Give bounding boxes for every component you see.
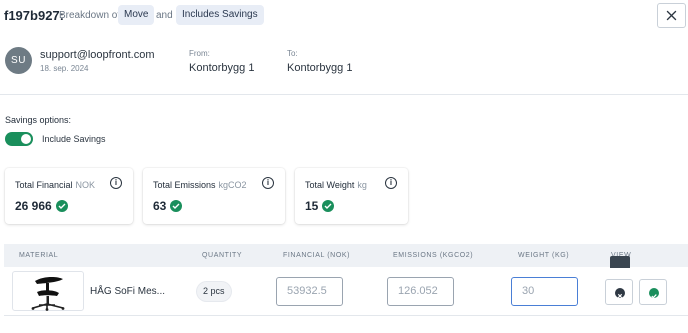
info-icon[interactable]: i xyxy=(262,177,274,189)
close-circle-icon xyxy=(615,288,625,299)
card-total-weight: Total Weight kg i 15 xyxy=(295,168,408,224)
card-total-financial: Total Financial NOK i 26 966 xyxy=(5,168,133,224)
table-row: HÅG SoFi Mes... 2 pcs 53932.5 126.052 30 xyxy=(4,268,688,316)
savings-options-title: Savings options: xyxy=(5,115,72,125)
user-date: 18. sep. 2024 xyxy=(40,64,89,73)
table-header: MATERIAL QUANTITY FINANCIAL (NOK) EMISSI… xyxy=(4,244,688,267)
emissions-input[interactable]: 126.052 xyxy=(387,277,454,306)
card-value: 15 xyxy=(305,199,335,213)
record-id: f197b927: xyxy=(4,8,64,23)
from-label: From: xyxy=(189,49,210,58)
check-icon xyxy=(322,199,335,212)
office-chair-image xyxy=(31,276,65,311)
check-circle-icon xyxy=(649,288,659,299)
col-material: MATERIAL xyxy=(19,252,59,259)
divider xyxy=(0,94,688,95)
card-unit: kgCO2 xyxy=(218,180,247,190)
and-label: and xyxy=(156,10,173,21)
card-unit: NOK xyxy=(75,180,96,190)
toggle-knob xyxy=(21,134,31,144)
to-label: To: xyxy=(287,49,298,58)
avatar: SU xyxy=(5,47,32,74)
col-weight: WEIGHT (KG) xyxy=(518,252,570,259)
from-value: Kontorbygg 1 xyxy=(189,62,255,74)
include-savings-toggle[interactable] xyxy=(5,132,33,146)
user-email: support@loopfront.com xyxy=(40,49,155,61)
card-value: 26 966 xyxy=(15,199,68,213)
tag-includes-savings: Includes Savings xyxy=(176,5,264,25)
card-unit: kg xyxy=(357,180,367,190)
close-button[interactable] xyxy=(657,3,686,28)
to-value: Kontorbygg 1 xyxy=(287,62,353,74)
card-title: Total Financial NOK xyxy=(15,180,96,190)
check-icon xyxy=(55,199,68,212)
include-savings-label: Include Savings xyxy=(42,134,106,144)
modal-header: f197b927: Breakdown of Move and Includes… xyxy=(0,0,688,32)
info-icon[interactable]: i xyxy=(110,177,122,189)
include-button[interactable] xyxy=(639,279,667,305)
card-title: Total Weight kg xyxy=(305,180,367,190)
chair-thumbnail xyxy=(12,271,84,311)
card-total-emissions: Total Emissions kgCO2 i 63 xyxy=(143,168,285,224)
col-financial: FINANCIAL (NOK) xyxy=(283,252,351,259)
exclude-button[interactable] xyxy=(605,279,633,305)
weight-input[interactable]: 30 xyxy=(511,277,578,306)
card-title: Total Emissions kgCO2 xyxy=(153,180,247,190)
material-name[interactable]: HÅG SoFi Mes... xyxy=(90,286,165,297)
close-icon xyxy=(666,10,677,21)
tag-move: Move xyxy=(118,5,155,25)
breakdown-label: Breakdown of xyxy=(59,10,121,21)
check-icon xyxy=(170,199,183,212)
card-value: 63 xyxy=(153,199,183,213)
quantity-badge: 2 pcs xyxy=(197,282,231,301)
financial-input[interactable]: 53932.5 xyxy=(276,277,343,306)
info-icon[interactable]: i xyxy=(385,177,397,189)
col-emissions: EMISSIONS (KGCO2) xyxy=(393,252,474,259)
col-quantity: QUANTITY xyxy=(202,252,243,259)
